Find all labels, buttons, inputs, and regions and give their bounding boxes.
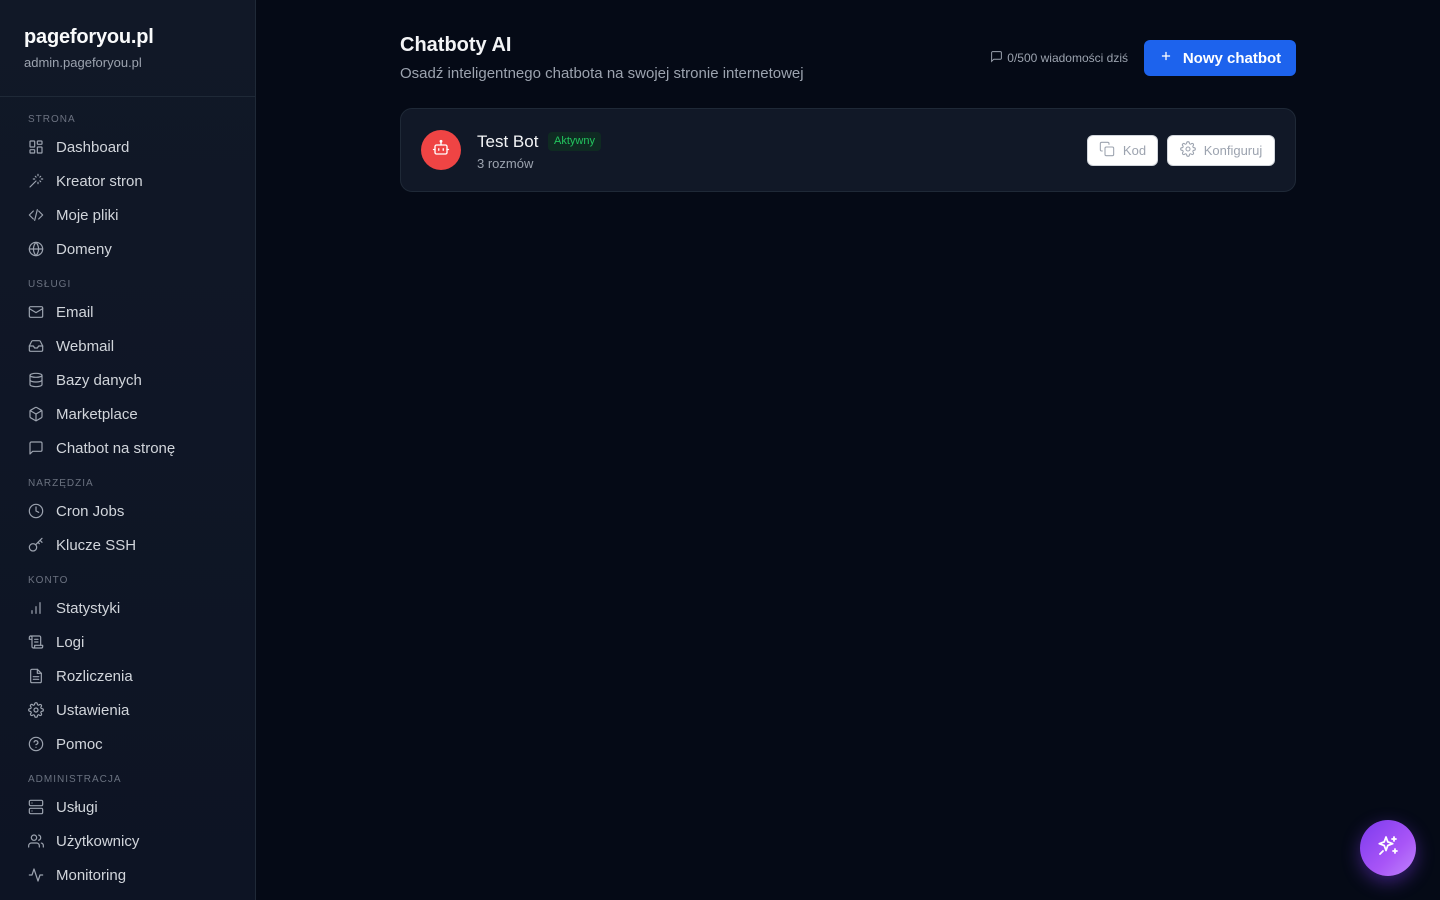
sidebar-item-moje-pliki[interactable]: Moje pliki [16,198,239,232]
chatbot-name: Test Bot [477,132,539,151]
sidebar-item-label: Chatbot na stronę [56,439,176,457]
sidebar-item-label: Kreator stron [56,172,143,190]
mail-icon [28,304,44,320]
sparkles-icon [1376,834,1400,863]
new-chatbot-button[interactable]: Nowy chatbot [1144,40,1296,76]
sidebar-item-chatbot[interactable]: Chatbot na stronę [16,431,239,465]
ai-assistant-button[interactable] [1360,820,1416,876]
globe-icon [28,241,44,257]
server-icon [28,799,44,815]
message-square-icon [28,440,44,456]
page-title: Chatboty AI [400,34,512,56]
key-icon [28,537,44,553]
sidebar-item-logi[interactable]: Logi [16,625,239,659]
brand-title[interactable]: pageforyou.pl [24,26,231,49]
page-header: Chatboty AI Osadź inteligentnego chatbot… [400,0,1296,108]
brand-subtitle: admin.pageforyou.pl [24,55,142,70]
sidebar-item-label: Bazy danych [56,371,142,389]
usage-counter: 0/500 wiadomości dziś [990,50,1128,66]
sidebar-item-marketplace[interactable]: Marketplace [16,397,239,431]
gear-icon [1179,141,1196,160]
sidebar-item-label: Użytkownicy [56,832,140,850]
bot-icon [432,139,450,162]
sidebar-item-statystyki[interactable]: Statystyki [16,591,239,625]
file-text-icon [28,668,44,684]
nav-section-strona: STRONA [28,114,76,125]
sidebar-nav: STRONA Dashboard Kreator stron Moje plik… [0,97,255,892]
sidebar-item-email[interactable]: Email [16,295,239,329]
sidebar-item-label: Klucze SSH [56,536,137,554]
brand: pageforyou.pl admin.pageforyou.pl [0,0,255,97]
status-badge: Aktywny [548,132,601,151]
sidebar-item-label: Monitoring [56,866,127,884]
sidebar-item-label: Cron Jobs [56,502,125,520]
code-button[interactable]: Kod [1087,135,1158,166]
sidebar-item-label: Email [56,303,94,321]
clock-icon [28,503,44,519]
main-content: Chatboty AI Osadź inteligentnego chatbot… [400,0,1296,192]
help-circle-icon [28,736,44,752]
activity-icon [28,867,44,883]
chatbot-conversations: 3 rozmów [477,156,534,171]
inbox-icon [28,338,44,354]
sidebar-item-label: Pomoc [56,735,103,753]
sidebar-item-monitoring[interactable]: Monitoring [16,858,239,892]
new-chatbot-label: Nowy chatbot [1182,49,1282,67]
sidebar-item-pomoc[interactable]: Pomoc [16,727,239,761]
sidebar-item-label: Usługi [56,798,98,816]
nav-section-administracja: ADMINISTRACJA [28,774,122,785]
nav-section-narzedzia: NARZĘDZIA [28,478,94,489]
sidebar-item-uzytkownicy[interactable]: Użytkownicy [16,824,239,858]
configure-button-label: Konfiguruj [1203,143,1263,158]
sidebar-item-label: Dashboard [56,138,130,156]
sidebar-item-webmail[interactable]: Webmail [16,329,239,363]
sidebar-item-label: Rozliczenia [56,667,133,685]
sidebar-item-label: Marketplace [56,405,138,423]
grid-icon [28,139,44,155]
users-icon [28,833,44,849]
sidebar-item-cron-jobs[interactable]: Cron Jobs [16,494,239,528]
sidebar-item-klucze-ssh[interactable]: Klucze SSH [16,528,239,562]
sidebar-item-rozliczenia[interactable]: Rozliczenia [16,659,239,693]
sidebar-item-label: Ustawienia [56,701,130,719]
usage-text: 0/500 wiadomości dziś [1007,51,1128,65]
plus-icon [1159,49,1173,67]
nav-section-uslugi: USŁUGI [28,279,72,290]
sidebar-item-label: Moje pliki [56,206,119,224]
sidebar-item-label: Webmail [56,337,115,355]
chatbot-avatar [421,130,461,170]
sidebar-item-ustawienia[interactable]: Ustawienia [16,693,239,727]
configure-button[interactable]: Konfiguruj [1167,135,1275,166]
sidebar-item-domeny[interactable]: Domeny [16,232,239,266]
message-square-icon [990,50,1007,66]
magic-wand-icon [28,173,44,189]
page-subtitle: Osadź inteligentnego chatbota na swojej … [400,65,804,82]
nav-section-konto: KONTO [28,575,69,586]
sidebar-item-label: Logi [56,633,85,651]
scroll-icon [28,634,44,650]
code-button-label: Kod [1122,143,1147,158]
database-icon [28,372,44,388]
copy-icon [1099,141,1115,160]
sidebar-item-bazy-danych[interactable]: Bazy danych [16,363,239,397]
chatbot-card[interactable]: Test Bot Aktywny 3 rozmów Kod Konfiguruj [400,108,1296,192]
gear-icon [28,702,44,718]
sidebar-item-label: Statystyki [56,599,121,617]
sidebar-item-dashboard[interactable]: Dashboard [16,130,239,164]
code-icon [28,207,44,223]
sidebar: pageforyou.pl admin.pageforyou.pl STRONA… [0,0,256,900]
sidebar-item-uslugi[interactable]: Usługi [16,790,239,824]
bar-chart-icon [28,600,44,616]
sidebar-item-label: Domeny [56,240,112,258]
sidebar-item-kreator-stron[interactable]: Kreator stron [16,164,239,198]
package-icon [28,406,44,422]
